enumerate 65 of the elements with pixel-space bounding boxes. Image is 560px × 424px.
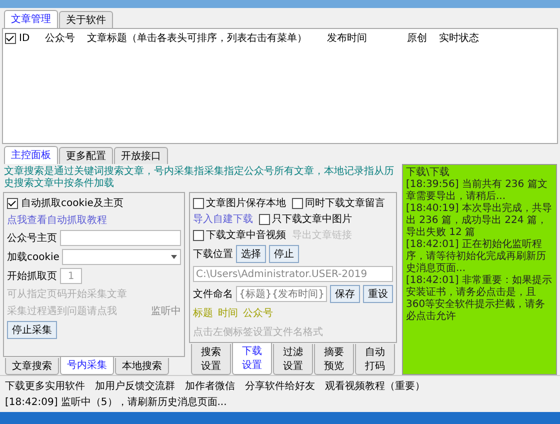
field-label: 文件命名 [193, 288, 233, 301]
field-label: 开始抓取页 [7, 270, 57, 283]
tab[interactable]: 开放接口 [114, 147, 168, 164]
column-title: 公众号 [45, 32, 75, 45]
tab[interactable]: 文章管理 [4, 10, 58, 28]
tab[interactable]: 搜索设置 [191, 344, 231, 375]
checkbox[interactable] [292, 198, 303, 208]
checkbox[interactable] [193, 230, 204, 240]
tab[interactable]: 文章搜索 [5, 358, 59, 375]
status-link[interactable]: 下载更多实用软件 [5, 379, 85, 393]
tab[interactable]: 本地搜索 [115, 358, 169, 375]
column-title: ID [19, 32, 30, 44]
hint-text: 可从指定页码开始采集文章 [7, 288, 127, 301]
select-all-checkbox[interactable] [5, 32, 16, 44]
reset-button[interactable]: 重设 [363, 285, 393, 303]
tab[interactable]: 摘要预览 [314, 344, 354, 375]
column-header[interactable]: 发布时间 [327, 31, 407, 45]
checkbox-label: 下载文章中音视频 [206, 228, 286, 242]
status-link[interactable]: 加用户反馈交流群 [95, 379, 175, 393]
checkbox-label: 只下载文章中图片 [272, 212, 352, 226]
tab[interactable]: 过滤设置 [273, 344, 313, 375]
checkbox-label: 自动抓取cookie及主页 [21, 196, 124, 210]
choose-button[interactable]: 选择 [236, 245, 266, 263]
column-title: 原创 [407, 32, 427, 45]
listening-status: 监听中 [151, 304, 181, 318]
checkbox[interactable] [259, 214, 270, 224]
homepage-field[interactable] [60, 230, 181, 246]
status-link[interactable]: 加作者微信 [185, 379, 235, 393]
log-entry: [18:39:56] 当前共有 236 篇文章需要导出，请稍后... [406, 179, 548, 202]
tab[interactable]: 关于软件 [59, 11, 113, 28]
column-header[interactable]: 实时状态 [439, 31, 499, 45]
field-label: 下载位置 [193, 248, 233, 261]
checkbox[interactable] [7, 198, 18, 208]
tutorial-link[interactable]: 点我查看自动抓取教程 [7, 213, 107, 227]
log-entry: [18:40:19] 本次导出完成，共导出 236 篇，成功导出 224 篇，导出失败 12 篇 [406, 203, 553, 238]
download-path-field[interactable]: C:\Users\Administrator.USER-2019 [193, 266, 393, 282]
status-text: [18:42:09] 监听中（5），请刷新历史消息页面... [5, 396, 227, 409]
checkbox-label: 同时下载文章留言 [305, 196, 385, 210]
filename-field[interactable]: {标题}{发布时间} [236, 286, 327, 302]
column-title: 实时状态 [439, 32, 479, 45]
save-button[interactable]: 保存 [330, 285, 360, 303]
status-link[interactable]: 分享软件给好友 [245, 379, 315, 393]
log-entry: [18:42:01] 正在初始化监听程序，请等待初始化完成再刷新历史消息页面... [406, 239, 547, 274]
caret-icon [171, 255, 177, 259]
tab[interactable]: 主控面板 [4, 146, 58, 164]
checkbox-label: 文章图片保存本地 [206, 196, 286, 210]
hint-text: 点击左侧标签设置文件名格式 [193, 326, 323, 339]
stop-button[interactable]: 停止 [269, 245, 299, 263]
description-text: 文章搜索是通过关键词搜索文章，号内采集指采集指定公众号所有文章，本地记录指从历史搜索文章中按条件加载 [3, 164, 395, 191]
tab[interactable]: 自动打码 [355, 344, 395, 375]
stop-collect-button[interactable]: 停止采集 [7, 321, 57, 339]
column-header[interactable]: 公众号 [45, 31, 87, 45]
tab[interactable]: 号内采集 [60, 357, 114, 375]
field-label: 公众号主页 [7, 232, 57, 245]
checkbox[interactable] [193, 198, 204, 208]
field-label: 加载cookie [7, 250, 60, 264]
log-entry: [18:42:01] 非常重要：如果提示安装证书，请务必点击是，且360等安全软件提示拦截，请务必点击允许 [406, 275, 553, 323]
column-header[interactable]: ID [5, 31, 45, 45]
column-title: 发布时间 [327, 32, 367, 45]
status-link[interactable]: 观看视频教程（重要） [325, 379, 425, 393]
tab[interactable]: 更多配置 [59, 147, 113, 164]
tab[interactable]: 下载设置 [232, 343, 272, 375]
import-link[interactable]: 导入自建下载 [193, 212, 253, 226]
column-header[interactable]: 原创 [407, 31, 439, 45]
log-title: 下载\下载 [406, 167, 450, 179]
